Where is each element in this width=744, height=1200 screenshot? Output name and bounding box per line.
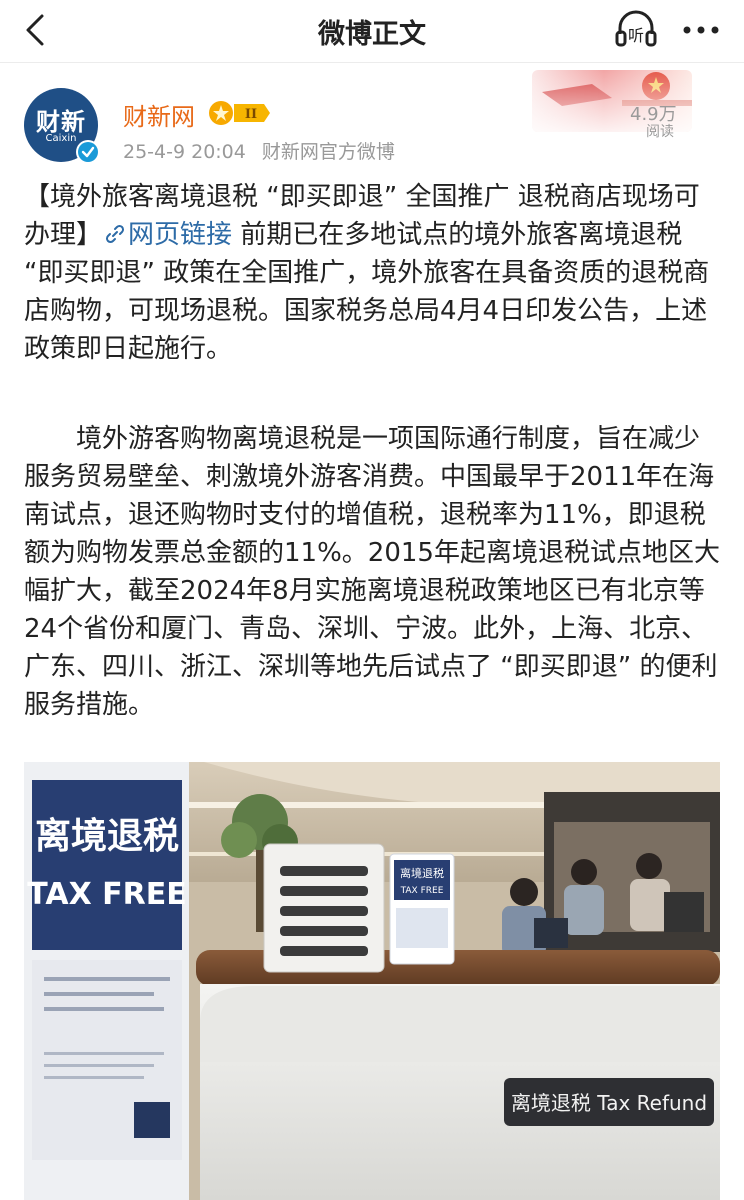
photo-counter-sign: 离境退税 Tax Refund bbox=[511, 1091, 707, 1115]
avatar-logo-text: 财新 bbox=[36, 108, 86, 136]
photo-sign-cn: 离境退税 bbox=[35, 816, 179, 857]
listen-label: 听 bbox=[628, 26, 644, 45]
top-navigation-bar: 微博正文 听 bbox=[0, 0, 744, 62]
tax-refund-counter-photo[interactable]: 离境退税 TAX FREE 离境退税 Tax Refund 离境退税 TAX F… bbox=[24, 762, 720, 1200]
post-source: 财新网官方微博 bbox=[261, 141, 395, 163]
post-paragraph-2: 境外游客购物离境退税是一项国际通行制度，旨在减少服务贸易壁垒、刺激境外游客消费。… bbox=[24, 424, 720, 720]
link-icon bbox=[105, 224, 125, 244]
author-name[interactable]: 财新网 bbox=[123, 97, 195, 132]
photo-small-sign-cn: 离境退税 bbox=[400, 866, 444, 880]
post-meta: 25-4-9 20:04 财新网官方微博 bbox=[123, 137, 395, 164]
header-divider bbox=[0, 62, 744, 63]
more-options-icon[interactable] bbox=[676, 12, 726, 48]
photo-small-sign-en: TAX FREE bbox=[400, 886, 444, 896]
web-link[interactable]: 网页链接 bbox=[102, 220, 232, 250]
photo-sign-en: TAX FREE bbox=[27, 877, 187, 912]
post-paragraph-1: 【境外旅客离境退税 “即买即退” 全国推广 退税商店现场可办理】 网页链接 前期已… bbox=[24, 178, 724, 368]
badge-level: II bbox=[245, 107, 257, 122]
listen-headphones-icon[interactable]: 听 bbox=[614, 8, 658, 50]
verified-badge-icon bbox=[76, 140, 100, 164]
post-timestamp: 25-4-9 20:04 bbox=[123, 141, 246, 163]
web-link-label: 网页链接 bbox=[128, 220, 233, 250]
read-count-label: 阅读 bbox=[646, 124, 674, 140]
member-level-badge-icon[interactable]: II bbox=[208, 100, 272, 126]
